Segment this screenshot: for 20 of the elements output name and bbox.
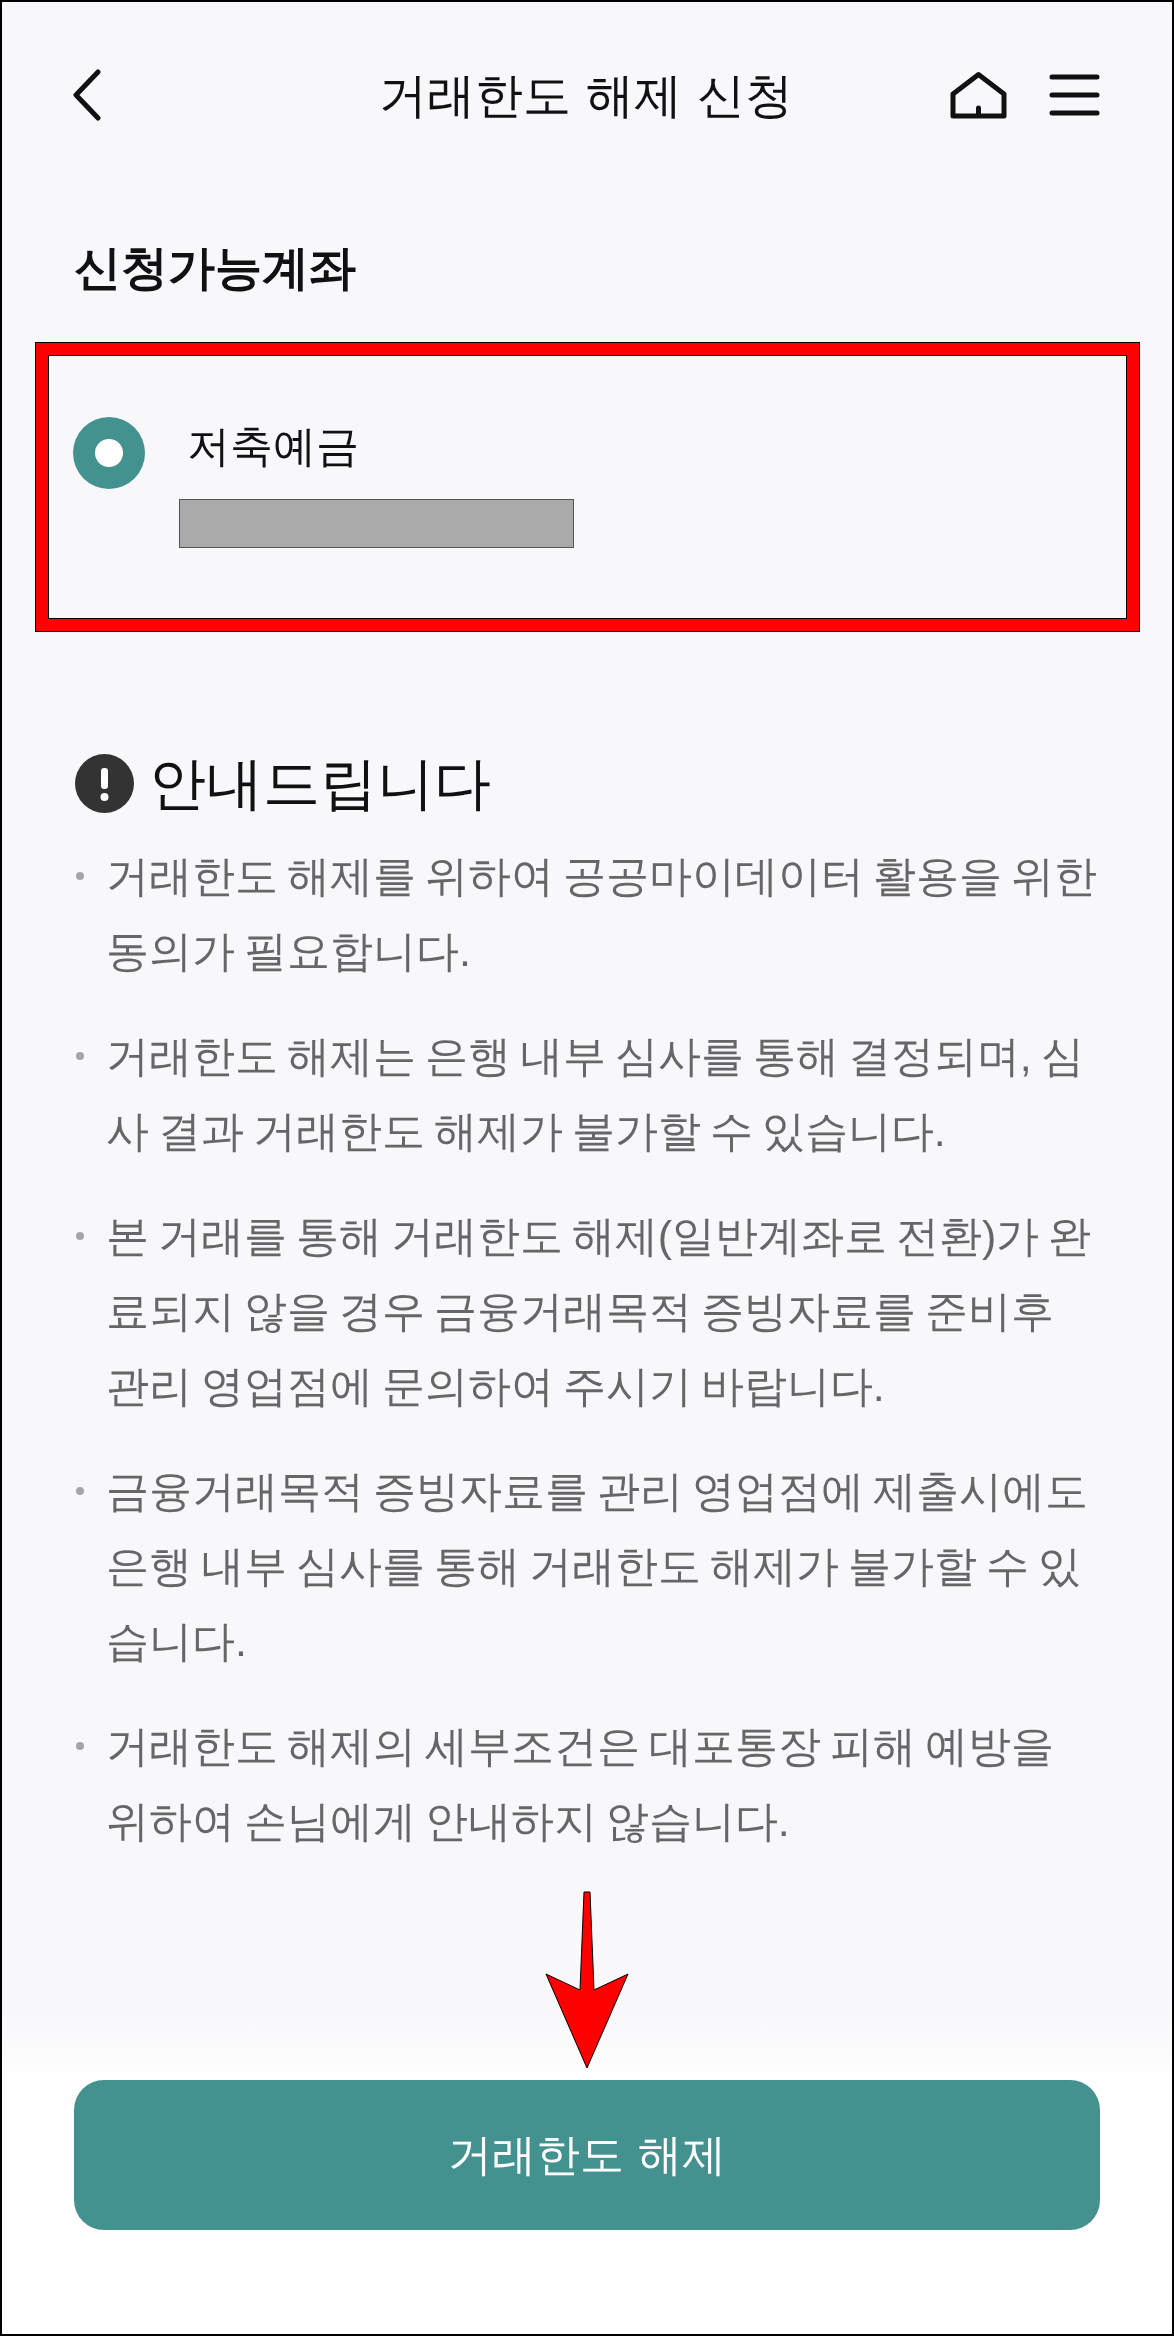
- notice-text: 거래한도 해제를 위하여 공공마이데이터 활용을 위한 동의가 필요합니다.: [106, 851, 1098, 977]
- notice-text: 금융거래목적 증빙자료를 관리 영업점에 제출시에도 은행 내부 심사를 통해 거래한도 해제가 불가할 수 있습니다.: [106, 1466, 1089, 1667]
- menu-icon[interactable]: [1049, 74, 1100, 116]
- bullet-icon: [76, 872, 84, 880]
- notice-text: 거래한도 해제는 은행 내부 심사를 통해 결정되며, 심사 결과 거래한도 해제가 불가할 수 있습니다.: [106, 1031, 1085, 1157]
- bullet-icon: [76, 1232, 84, 1240]
- release-limit-button[interactable]: 거래한도 해제: [74, 2080, 1100, 2230]
- bullet-icon: [76, 1742, 84, 1750]
- section-title: 신청가능계좌: [74, 239, 356, 297]
- account-name: 저축예금: [187, 420, 359, 473]
- exclamation-icon: [75, 753, 134, 813]
- home-icon[interactable]: [950, 71, 1007, 119]
- radio-button[interactable]: [73, 416, 145, 489]
- back-icon[interactable]: [72, 69, 102, 121]
- notice-text: 거래한도 해제의 세부조건은 대포통장 피해 예방을 위하여 손님에게 안내하지 않습니다.: [106, 1721, 1055, 1847]
- bullet-icon: [76, 1052, 84, 1060]
- notice-title: 안내드립니다: [149, 749, 491, 818]
- notice-text: 본 거래를 통해 거래한도 해제(일반계좌로 전환)가 완료되지 않을 경우 금융거래목적 증빙자료를 준비후 관리 영업점에 문의하여 주시기 바랍니다.: [106, 1211, 1093, 1412]
- page-title: 거래한도 해제 신청: [378, 66, 794, 125]
- bullet-icon: [76, 1487, 84, 1495]
